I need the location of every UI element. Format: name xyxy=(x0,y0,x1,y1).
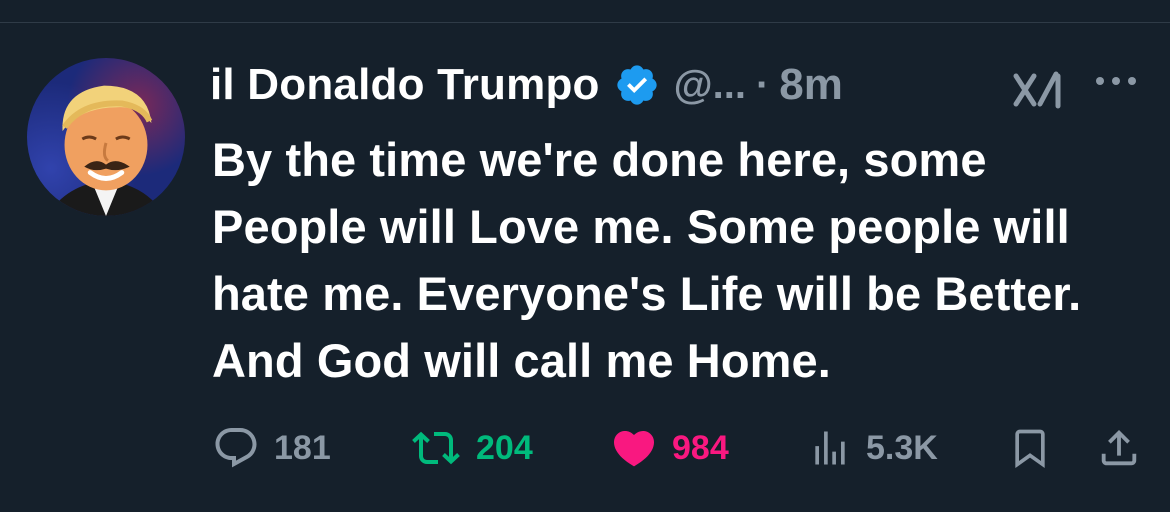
like-count: 984 xyxy=(672,428,729,467)
like-button[interactable]: 984 xyxy=(610,420,729,476)
share-icon xyxy=(1101,429,1137,466)
avatar-portrait xyxy=(46,85,166,216)
grok-xai-icon[interactable] xyxy=(1012,70,1068,110)
views-icon xyxy=(815,431,845,465)
reply-icon xyxy=(215,428,257,468)
separator-dot: · xyxy=(755,62,770,107)
reply-count: 181 xyxy=(274,428,331,467)
avatar[interactable] xyxy=(27,58,185,216)
post-header: il Donaldo Trumpo @... · 8m xyxy=(210,58,843,112)
author-handle[interactable]: @... xyxy=(674,63,746,108)
retweet-icon xyxy=(412,431,460,465)
author-name[interactable]: il Donaldo Trumpo xyxy=(210,60,600,110)
verified-badge-icon[interactable] xyxy=(614,62,660,108)
post-time[interactable]: 8m xyxy=(779,60,843,110)
views-button[interactable]: 5.3K xyxy=(808,420,938,476)
reply-button[interactable]: 181 xyxy=(212,420,331,476)
action-bar: 181 204 984 5.3K xyxy=(0,420,1170,476)
bookmark-button[interactable] xyxy=(1008,420,1052,476)
heart-icon xyxy=(613,431,655,467)
more-options-icon[interactable] xyxy=(1092,72,1140,90)
retweet-button[interactable]: 204 xyxy=(410,420,533,476)
share-button[interactable] xyxy=(1096,420,1142,476)
top-divider xyxy=(0,22,1170,23)
bookmark-icon xyxy=(1015,429,1045,469)
retweet-count: 204 xyxy=(476,428,533,467)
views-count: 5.3K xyxy=(866,428,938,467)
post-text: By the time we're done here, some People… xyxy=(212,133,1082,387)
